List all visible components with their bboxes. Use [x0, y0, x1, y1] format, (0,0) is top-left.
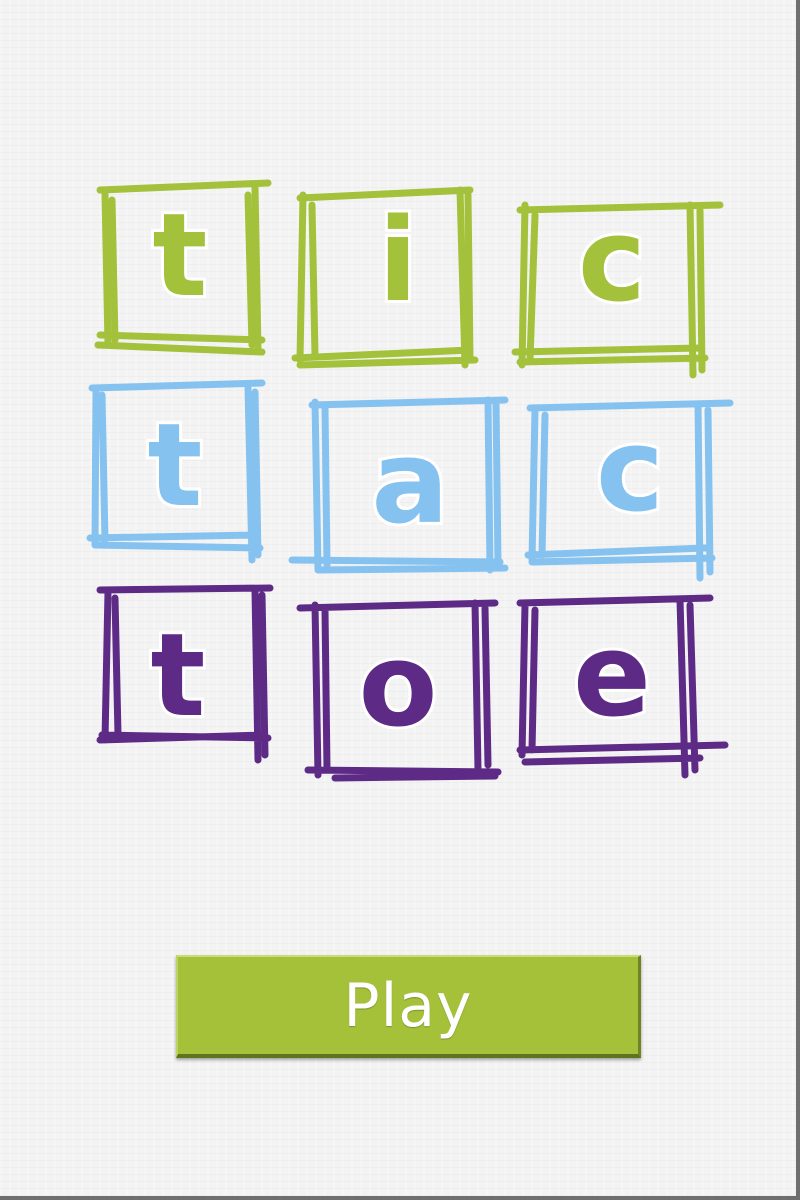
- logo-letter: t: [153, 189, 208, 323]
- logo-letter: c: [596, 404, 664, 538]
- game-logo: t i c t a c t o e: [86, 179, 734, 782]
- logo-tile: o: [296, 599, 502, 782]
- logo-tile: e: [516, 594, 729, 779]
- logo-row-toe: t o e: [96, 584, 729, 782]
- logo-tile: c: [524, 399, 734, 582]
- logo-letter: t: [151, 609, 206, 743]
- logo-tile: a: [288, 396, 509, 574]
- play-button[interactable]: Play: [176, 955, 641, 1058]
- logo-row-tic: t i c: [94, 179, 724, 379]
- title-screen: t i c t a c t o e Play: [0, 0, 800, 1200]
- logo-letter: t: [148, 399, 203, 533]
- logo-tile: t: [96, 584, 274, 764]
- play-button-label: Play: [343, 970, 473, 1041]
- logo-letter: i: [378, 194, 417, 328]
- logo-tile: t: [86, 379, 266, 564]
- logo-row-tac: t a c: [86, 379, 734, 582]
- logo-letter: a: [371, 416, 449, 550]
- logo-letter: o: [358, 619, 437, 753]
- logo-tile: i: [291, 186, 479, 369]
- logo-tile: c: [511, 191, 724, 379]
- logo-letter: e: [573, 609, 651, 743]
- logo-tile: t: [94, 179, 272, 356]
- logo-letter: c: [578, 194, 646, 328]
